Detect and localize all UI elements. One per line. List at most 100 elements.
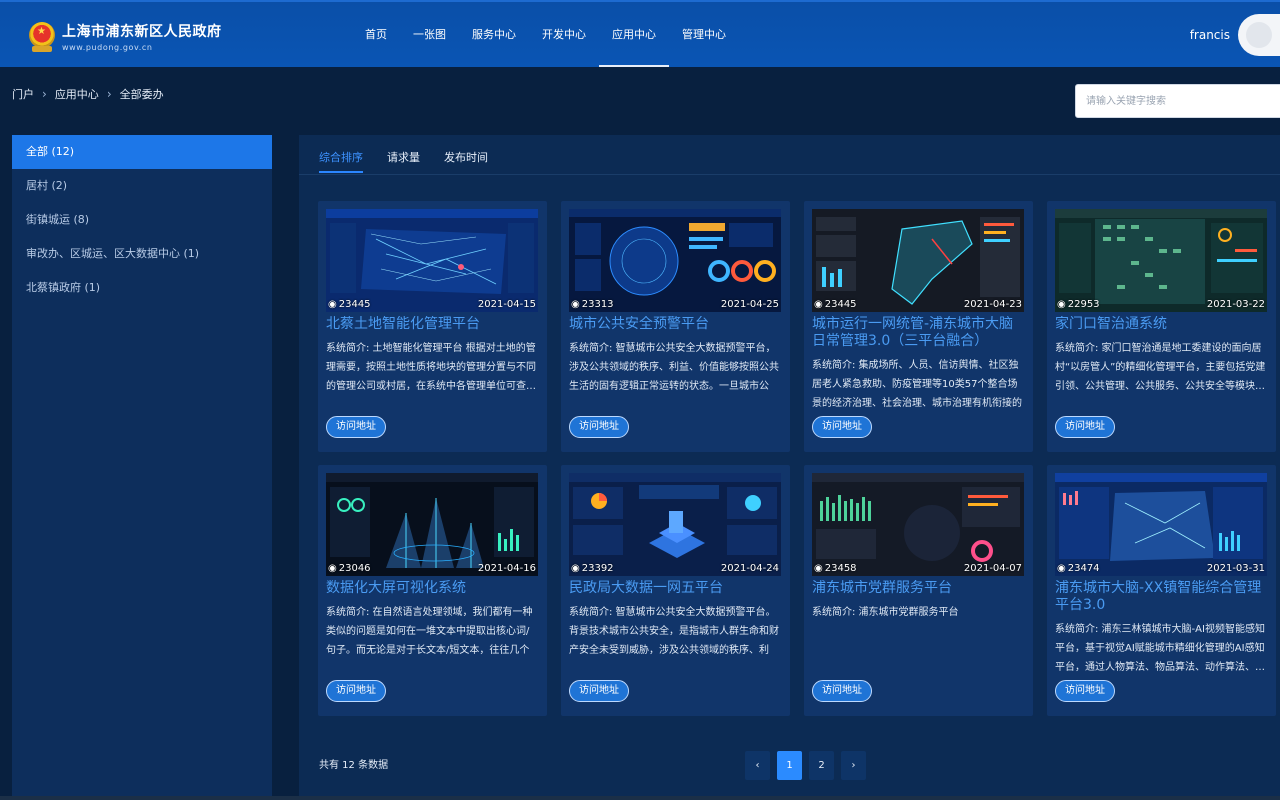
app-title[interactable]: 民政局大数据一网五平台: [569, 580, 782, 597]
nav-dev-center[interactable]: 开发中心: [529, 2, 599, 67]
app-thumbnail[interactable]: ◉ 22953 2021-03-22: [1055, 209, 1267, 312]
page-1-button[interactable]: 1: [777, 751, 802, 780]
eye-icon: ◉: [814, 563, 823, 574]
app-card[interactable]: ◉ 23458 2021-04-07 浦东城市党群服务平台 系统简介: 浦东城市党…: [804, 465, 1033, 716]
visit-button[interactable]: 访问地址: [569, 680, 629, 702]
chevron-right-icon: ›: [42, 87, 47, 101]
app-title[interactable]: 家门口智治通系统: [1055, 316, 1268, 333]
app-list-panel: 综合排序 请求量 发布时间 ◉ 23445 2021-04-15 北蔡土地智能化…: [299, 135, 1280, 800]
app-title[interactable]: 城市运行一网统管-浦东城市大脑日常管理3.0（三平台融合）: [812, 316, 1025, 350]
sidebar-item-beicai-gov[interactable]: 北蔡镇政府 (1): [12, 271, 272, 305]
sidebar-item-town-ops[interactable]: 街镇城运 (8): [12, 203, 272, 237]
category-sidebar: 全部 (12) 居村 (2) 街镇城运 (8) 审改办、区城运、区大数据中心 (…: [12, 135, 272, 800]
nav-home[interactable]: 首页: [352, 2, 400, 67]
breadcrumb-portal[interactable]: 门户: [12, 86, 34, 102]
app-title[interactable]: 浦东城市党群服务平台: [812, 580, 1025, 597]
nav-app-center[interactable]: 应用中心: [599, 2, 669, 67]
visit-button[interactable]: 访问地址: [326, 416, 386, 438]
view-count: 23474: [1067, 563, 1100, 574]
site-logo[interactable]: ★ 上海市浦东新区人民政府 www.pudong.gov.cn: [28, 19, 222, 53]
search-box[interactable]: [1075, 84, 1280, 118]
app-thumbnail[interactable]: ◉ 23392 2021-04-24: [569, 473, 781, 576]
publish-date: 2021-04-15: [477, 299, 536, 310]
app-thumbnail[interactable]: ◉ 23445 2021-04-23: [812, 209, 1024, 312]
app-title[interactable]: 浦东城市大脑-XX镇智能综合管理平台3.0: [1055, 580, 1268, 614]
eye-icon: ◉: [1057, 299, 1066, 310]
app-card[interactable]: ◉ 23445 2021-04-23 城市运行一网统管-浦东城市大脑日常管理3.0…: [804, 201, 1033, 452]
app-description: 系统简介: 土地智能化管理平台 根据对土地的管理需要，按照土地性质将地块的管理分…: [326, 343, 536, 392]
app-thumbnail[interactable]: ◉ 23474 2021-03-31: [1055, 473, 1267, 576]
app-card[interactable]: ◉ 23046 2021-04-16 数据化大屏可视化系统 系统简介: 在自然语言…: [318, 465, 547, 716]
app-description: 系统简介: 智慧城市公共安全大数据预警平台。背景技术城市公共安全，是指城市人群生…: [569, 607, 779, 656]
app-thumbnail[interactable]: ◉ 23046 2021-04-16: [326, 473, 538, 576]
sort-tabs: 综合排序 请求量 发布时间: [319, 149, 488, 173]
view-count: 23392: [581, 563, 614, 574]
eye-icon: ◉: [814, 299, 823, 310]
app-thumbnail[interactable]: ◉ 23445 2021-04-15: [326, 209, 538, 312]
app-card[interactable]: ◉ 23474 2021-03-31 浦东城市大脑-XX镇智能综合管理平台3.0 …: [1047, 465, 1276, 716]
visit-button[interactable]: 访问地址: [1055, 416, 1115, 438]
eye-icon: ◉: [571, 563, 580, 574]
page-2-button[interactable]: 2: [809, 751, 834, 780]
site-title: 上海市浦东新区人民政府: [62, 23, 222, 40]
app-description: 系统简介: 浦东三林镇城市大脑-AI视频智能感知平台，基于视觉AI赋能城市精细化…: [1055, 624, 1265, 673]
pagination: ‹ 1 2 ›: [745, 751, 866, 780]
view-count: 22953: [1067, 299, 1100, 310]
app-title[interactable]: 数据化大屏可视化系统: [326, 580, 539, 597]
app-description: 系统简介: 浦东城市党群服务平台: [812, 607, 959, 618]
view-count: 23445: [824, 299, 857, 310]
app-card-grid: ◉ 23445 2021-04-15 北蔡土地智能化管理平台 系统简介: 土地智能…: [318, 201, 1276, 716]
nav-admin-center[interactable]: 管理中心: [669, 2, 739, 67]
visit-button[interactable]: 访问地址: [326, 680, 386, 702]
publish-date: 2021-04-23: [963, 299, 1022, 310]
visit-button[interactable]: 访问地址: [1055, 680, 1115, 702]
eye-icon: ◉: [328, 299, 337, 310]
avatar[interactable]: [1238, 14, 1280, 56]
breadcrumb-app-center[interactable]: 应用中心: [55, 86, 99, 102]
breadcrumb: 门户 › 应用中心 › 全部委办: [12, 86, 164, 102]
publish-date: 2021-04-25: [720, 299, 779, 310]
tab-requests[interactable]: 请求量: [387, 149, 420, 173]
tab-divider: [299, 174, 1280, 175]
next-page-button[interactable]: ›: [841, 751, 866, 780]
chevron-right-icon: ›: [106, 87, 112, 101]
app-description: 系统简介: 集成场所、人员、信访舆情、社区独居老人紧急救助、防疫管理等10类57…: [812, 360, 1022, 409]
visit-button[interactable]: 访问地址: [812, 680, 872, 702]
app-thumbnail[interactable]: ◉ 23313 2021-04-25: [569, 209, 781, 312]
user-name[interactable]: francis: [1190, 28, 1230, 42]
sidebar-item-all[interactable]: 全部 (12): [12, 135, 272, 169]
eye-icon: ◉: [328, 563, 337, 574]
visit-button[interactable]: 访问地址: [569, 416, 629, 438]
publish-date: 2021-03-22: [1206, 299, 1265, 310]
national-emblem-icon: ★: [28, 19, 56, 53]
app-card[interactable]: ◉ 23392 2021-04-24 民政局大数据一网五平台 系统简介: 智慧城市…: [561, 465, 790, 716]
user-menu[interactable]: francis: [1190, 14, 1280, 56]
app-thumbnail[interactable]: ◉ 23458 2021-04-07: [812, 473, 1024, 576]
site-domain: www.pudong.gov.cn: [62, 42, 153, 52]
tab-overall[interactable]: 综合排序: [319, 149, 363, 173]
publish-date: 2021-03-31: [1206, 563, 1265, 574]
search-input[interactable]: [1076, 85, 1280, 117]
publish-date: 2021-04-16: [477, 563, 536, 574]
prev-page-button[interactable]: ‹: [745, 751, 770, 780]
app-title[interactable]: 城市公共安全预警平台: [569, 316, 782, 333]
app-card[interactable]: ◉ 23313 2021-04-25 城市公共安全预警平台 系统简介: 智慧城市公…: [561, 201, 790, 452]
view-count: 23046: [338, 563, 371, 574]
main-nav: 首页 一张图 服务中心 开发中心 应用中心 管理中心: [352, 2, 739, 67]
nav-service-center[interactable]: 服务中心: [459, 2, 529, 67]
publish-date: 2021-04-07: [963, 563, 1022, 574]
view-count: 23458: [824, 563, 857, 574]
bottom-scroll-shade: [0, 796, 1280, 800]
app-card[interactable]: ◉ 22953 2021-03-22 家门口智治通系统 系统简介: 家门口智治通是…: [1047, 201, 1276, 452]
breadcrumb-current: 全部委办: [119, 88, 164, 101]
visit-button[interactable]: 访问地址: [812, 416, 872, 438]
top-header: ★ 上海市浦东新区人民政府 www.pudong.gov.cn 首页 一张图 服…: [0, 0, 1280, 67]
eye-icon: ◉: [571, 299, 580, 310]
app-title[interactable]: 北蔡土地智能化管理平台: [326, 316, 539, 333]
tab-publish-time[interactable]: 发布时间: [444, 149, 488, 173]
app-card[interactable]: ◉ 23445 2021-04-15 北蔡土地智能化管理平台 系统简介: 土地智能…: [318, 201, 547, 452]
sidebar-item-district-data[interactable]: 审改办、区城运、区大数据中心 (1): [12, 237, 272, 271]
nav-one-map[interactable]: 一张图: [400, 2, 459, 67]
sidebar-item-village[interactable]: 居村 (2): [12, 169, 272, 203]
app-description: 系统简介: 智慧城市公共安全大数据预警平台，涉及公共领域的秩序、利益、价值能够按…: [569, 343, 779, 392]
